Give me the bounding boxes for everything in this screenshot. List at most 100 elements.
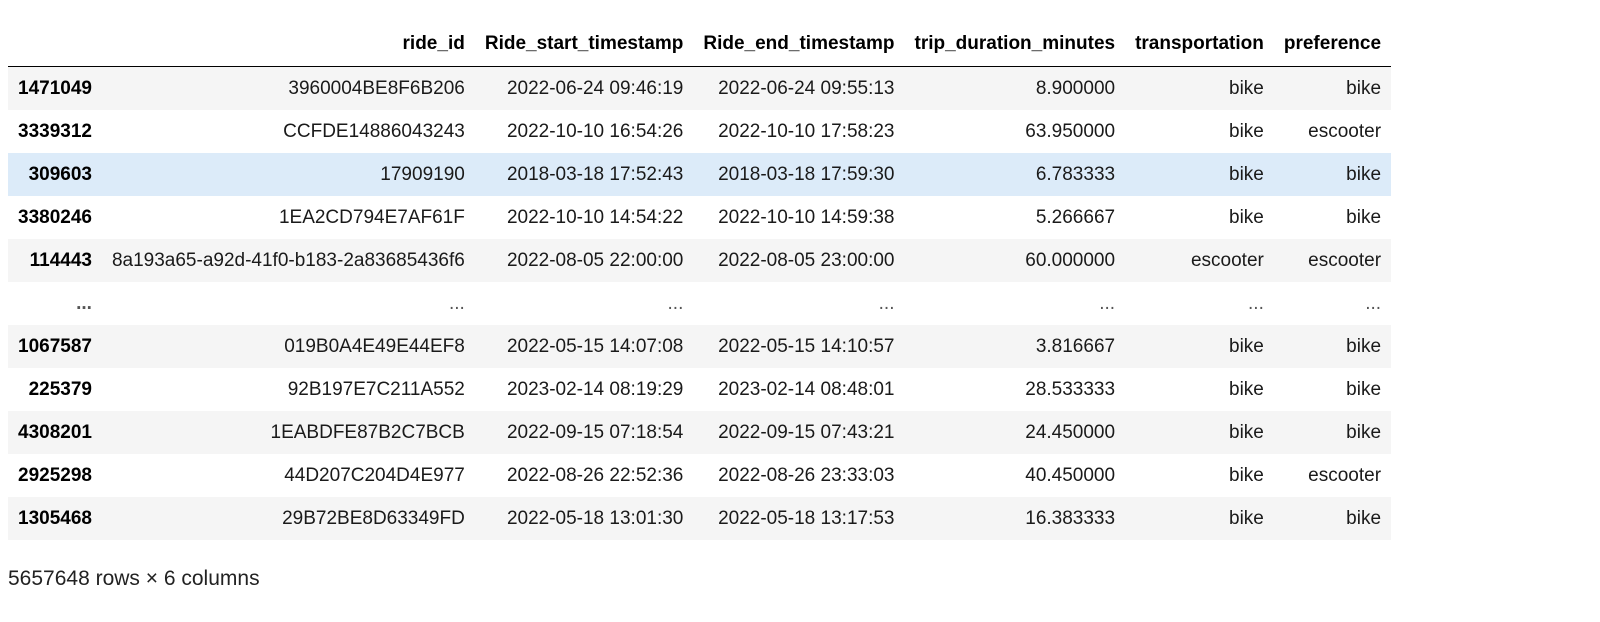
cell-trip-duration-minutes: 24.450000 [1025, 421, 1116, 443]
ellipsis-row: ..................... [8, 282, 1392, 325]
cell-trip-duration-minutes: ... [1099, 292, 1116, 314]
cell-trip-duration-minutes: 8.900000 [1035, 77, 1116, 99]
header-row: ride_id Ride_start_timestamp Ride_end_time… [8, 24, 1392, 67]
cell-ride-end-timestamp: 2022-08-05 23:00:00 [718, 249, 895, 271]
column-header-trip-duration-minutes: trip_duration_minutes [904, 24, 1126, 67]
cell-preference: bike [1346, 378, 1382, 400]
table-row: 3339312 CCFDE14886043243 2022-10-10 16:54:… [8, 110, 1392, 153]
row-index: 3380246 [18, 206, 92, 228]
cell-trip-duration-minutes: 40.450000 [1025, 464, 1116, 486]
table-row: 1471049 3960004BE8F6B206 2022-06-24 09:46:… [8, 66, 1392, 110]
cell-transportation: bike [1229, 378, 1264, 400]
column-header-ride-start-timestamp: Ride_start_timestamp [474, 24, 694, 67]
cell-preference: bike [1346, 163, 1382, 185]
table-row: 114443 8a193a65-a92d-41f0-b183-2a83685436… [8, 239, 1392, 282]
row-index: 2925298 [18, 464, 92, 486]
table-row: 1305468 29B72BE8D63349FD 2022-05-18 13:01:… [8, 497, 1392, 540]
table-body: 1471049 3960004BE8F6B206 2022-06-24 09:46:… [8, 66, 1392, 540]
cell-ride-end-timestamp: 2022-09-15 07:43:21 [718, 421, 895, 443]
cell-trip-duration-minutes: 63.950000 [1025, 120, 1116, 142]
cell-ride-end-timestamp: 2022-06-24 09:55:13 [718, 77, 895, 99]
row-index: 225379 [28, 378, 92, 400]
cell-ride-start-timestamp: 2022-09-15 07:18:54 [506, 421, 684, 443]
table-row: 309603 17909190 2018-03-18 17:52:43 2018-03… [8, 153, 1392, 196]
dataframe-output: ride_id Ride_start_timestamp Ride_end_time… [8, 24, 1392, 540]
row-index: 3339312 [18, 120, 92, 142]
dataframe-table: ride_id Ride_start_timestamp Ride_end_time… [8, 24, 1392, 540]
cell-ride-start-timestamp: 2022-08-26 22:52:36 [506, 464, 684, 486]
row-index: 1305468 [18, 507, 92, 529]
cell-transportation: bike [1229, 163, 1264, 185]
cell-transportation: bike [1229, 206, 1264, 228]
cell-transportation: escooter [1190, 249, 1264, 271]
cell-ride-end-timestamp: 2022-05-15 14:10:57 [718, 335, 895, 357]
cell-ride-end-timestamp: 2022-10-10 14:59:38 [718, 206, 895, 228]
dataframe-shape: 5657648 rows × 6 columns [8, 567, 260, 590]
cell-ride-start-timestamp: 2022-05-15 14:07:08 [506, 335, 684, 357]
cell-preference: bike [1346, 335, 1382, 357]
row-index: 114443 [29, 249, 92, 271]
cell-trip-duration-minutes: 3.816667 [1035, 335, 1116, 357]
row-index: 309603 [28, 163, 92, 185]
index-header [8, 24, 102, 67]
cell-preference: escooter [1308, 120, 1382, 142]
cell-ride-id: 8a193a65-a92d-41f0-b183-2a83685436f6 [111, 249, 465, 271]
column-header-preference: preference [1273, 24, 1392, 67]
cell-ride-end-timestamp: 2022-05-18 13:17:53 [718, 507, 895, 529]
column-header-ride-id: ride_id [101, 24, 475, 67]
cell-ride-id: 1EA2CD794E7AF61F [278, 206, 465, 228]
row-index: 1067587 [18, 335, 92, 357]
cell-transportation: bike [1229, 507, 1264, 529]
cell-preference: escooter [1308, 249, 1382, 271]
cell-ride-start-timestamp: 2022-10-10 16:54:26 [506, 120, 684, 142]
cell-transportation: bike [1229, 335, 1264, 357]
cell-ride-start-timestamp: 2022-08-05 22:00:00 [506, 249, 684, 271]
cell-transportation: bike [1229, 77, 1264, 99]
cell-ride-start-timestamp: 2022-10-10 14:54:22 [506, 206, 684, 228]
cell-ride-start-timestamp: ... [667, 292, 684, 314]
cell-ride-start-timestamp: 2023-02-14 08:19:29 [506, 378, 684, 400]
row-index: ... [76, 292, 92, 314]
column-header-ride-end-timestamp: Ride_end_timestamp [693, 24, 905, 67]
cell-ride-start-timestamp: 2018-03-18 17:52:43 [506, 163, 684, 185]
cell-transportation: bike [1229, 464, 1264, 486]
cell-ride-id: 3960004BE8F6B206 [288, 77, 465, 99]
cell-preference: bike [1346, 507, 1382, 529]
cell-trip-duration-minutes: 28.533333 [1025, 378, 1116, 400]
table-row: 4308201 1EABDFE87B2C7BCB 2022-09-15 07:18:… [8, 411, 1392, 454]
cell-transportation: bike [1229, 421, 1264, 443]
cell-ride-start-timestamp: 2022-05-18 13:01:30 [506, 507, 684, 529]
cell-ride-end-timestamp: 2023-02-14 08:48:01 [718, 378, 895, 400]
cell-ride-start-timestamp: 2022-06-24 09:46:19 [506, 77, 684, 99]
table-row: 3380246 1EA2CD794E7AF61F 2022-10-10 14:54:… [8, 196, 1392, 239]
table-row: 2925298 44D207C204D4E977 2022-08-26 22:52:… [8, 454, 1392, 497]
column-header-transportation: transportation [1125, 24, 1274, 67]
cell-preference: bike [1346, 77, 1382, 99]
cell-trip-duration-minutes: 6.783333 [1035, 163, 1116, 185]
cell-ride-id: 44D207C204D4E977 [284, 464, 465, 486]
cell-ride-end-timestamp: 2018-03-18 17:59:30 [718, 163, 895, 185]
cell-trip-duration-minutes: 16.383333 [1025, 507, 1116, 529]
table-row: 1067587 019B0A4E49E44EF8 2022-05-15 14:07:… [8, 325, 1392, 368]
cell-ride-id: 019B0A4E49E44EF8 [284, 335, 465, 357]
cell-ride-end-timestamp: ... [878, 292, 895, 314]
cell-ride-end-timestamp: 2022-08-26 23:33:03 [718, 464, 895, 486]
cell-ride-id: ... [449, 292, 465, 314]
cell-ride-id: 29B72BE8D63349FD [282, 507, 465, 529]
cell-ride-id: CCFDE14886043243 [283, 120, 465, 142]
cell-transportation: bike [1229, 120, 1264, 142]
cell-preference: escooter [1308, 464, 1382, 486]
cell-preference: bike [1346, 421, 1382, 443]
table-row: 225379 92B197E7C211A552 2023-02-14 08:19:2… [8, 368, 1392, 411]
cell-ride-end-timestamp: 2022-10-10 17:58:23 [718, 120, 895, 142]
cell-ride-id: 1EABDFE87B2C7BCB [270, 421, 465, 443]
cell-ride-id: 17909190 [380, 163, 465, 185]
cell-trip-duration-minutes: 5.266667 [1035, 206, 1116, 228]
cell-preference: bike [1346, 206, 1382, 228]
row-index: 1471049 [18, 77, 92, 99]
cell-preference: ... [1365, 292, 1382, 314]
cell-transportation: ... [1248, 292, 1264, 314]
table-header: ride_id Ride_start_timestamp Ride_end_time… [8, 24, 1392, 67]
cell-ride-id: 92B197E7C211A552 [287, 378, 465, 400]
row-index: 4308201 [18, 421, 92, 443]
